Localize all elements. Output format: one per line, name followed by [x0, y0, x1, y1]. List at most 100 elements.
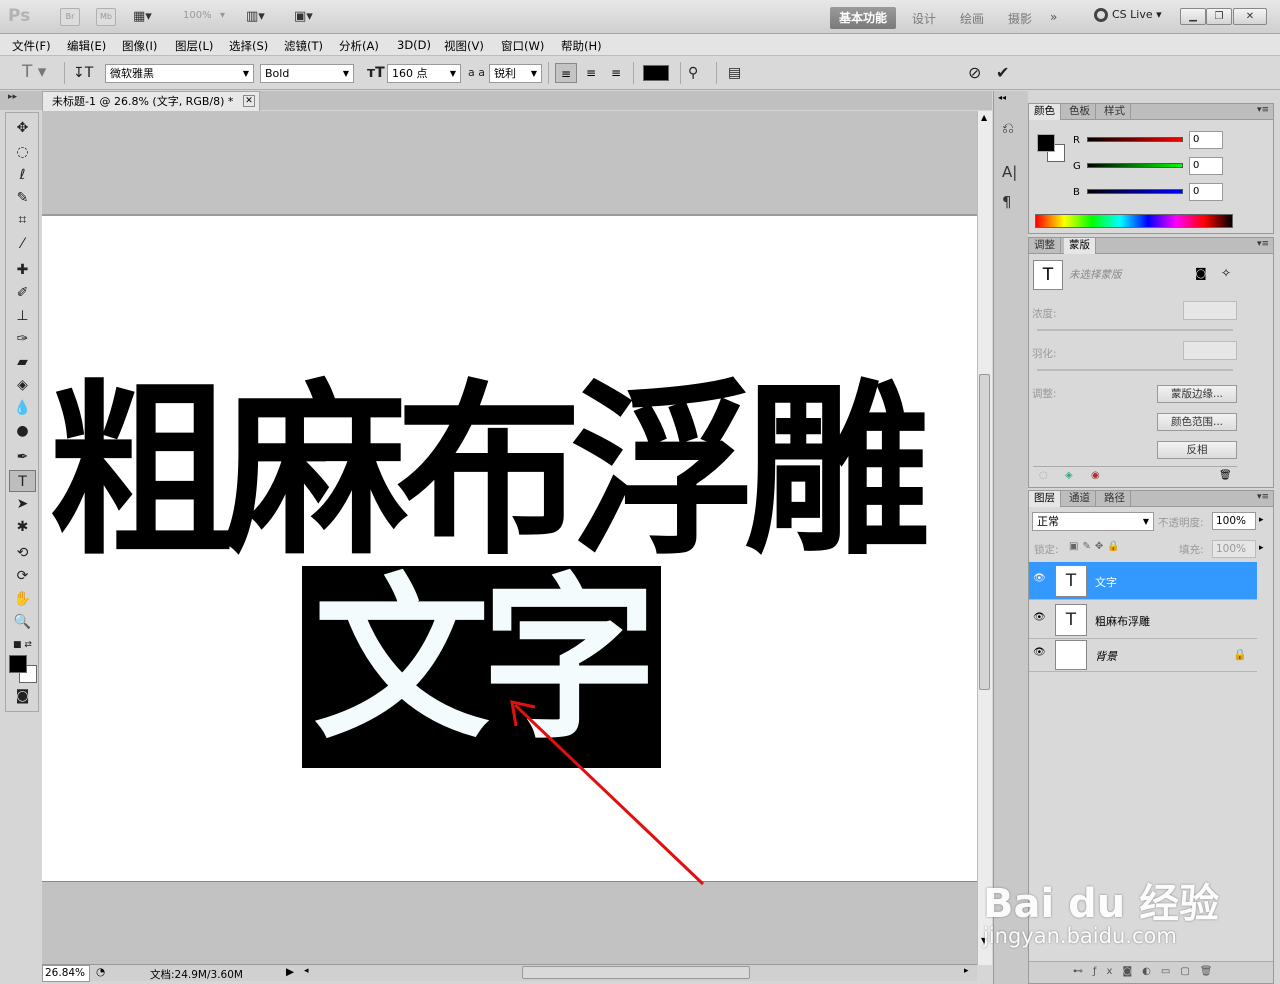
path-selection-tool-icon[interactable]: ➤ [9, 493, 36, 515]
color-fg-swatch[interactable] [1037, 134, 1055, 152]
eyedropper-tool-icon[interactable]: ⁄ [9, 233, 36, 255]
invert-button[interactable]: 反相 [1157, 441, 1237, 459]
history-panel-icon[interactable]: ⎌ [1002, 119, 1014, 137]
antialias-select[interactable]: 锐利 ▼ [489, 64, 542, 83]
expand-dock-icon[interactable]: ◂◂ [998, 93, 1006, 102]
feather-field[interactable] [1183, 341, 1237, 360]
menu-select[interactable]: 选择(S) [229, 38, 268, 54]
add-pixel-mask-icon[interactable]: ◙ [1195, 266, 1207, 280]
panel-menu-icon[interactable]: ▾≡ [1257, 492, 1269, 502]
menu-3d[interactable]: 3D(D) [397, 38, 431, 52]
density-slider[interactable] [1037, 329, 1233, 331]
menu-file[interactable]: 文件(F) [12, 38, 51, 54]
menu-layer[interactable]: 图层(L) [175, 38, 213, 54]
tab-layers[interactable]: 图层 [1029, 491, 1061, 507]
status-info-icon[interactable]: ◔ [96, 966, 105, 978]
color-spectrum-bar[interactable] [1035, 214, 1233, 228]
font-size-select[interactable]: 160 点 ▼ [387, 64, 461, 83]
green-value[interactable]: 0 [1189, 157, 1223, 175]
blur-tool-icon[interactable]: 💧 [9, 397, 36, 419]
layer-row[interactable]: 👁 背景 🔒 [1029, 638, 1257, 672]
character-panel-dock-icon[interactable]: A| [1002, 163, 1017, 181]
crop-tool-icon[interactable]: ⌗ [9, 209, 36, 231]
toggle-text-orientation-icon[interactable]: ↧T [73, 65, 93, 81]
tab-channels[interactable]: 通道 [1064, 491, 1096, 507]
status-menu-arrow-icon[interactable]: ▶ [286, 966, 294, 978]
add-vector-mask-icon[interactable]: ✧ [1221, 266, 1231, 280]
feather-slider[interactable] [1037, 369, 1233, 371]
font-style-select[interactable]: Bold ▼ [260, 64, 354, 83]
layer-actions-icons[interactable]: ⊷ƒx◙◐▭▢🗑 [1073, 966, 1222, 977]
screen-mode-icon[interactable]: ▣▾ [294, 9, 313, 24]
workspace-painting[interactable]: 绘画 [960, 10, 984, 27]
mini-bridge-button[interactable]: Mb [96, 8, 116, 26]
workspace-photography[interactable]: 摄影 [1008, 10, 1032, 27]
custom-shape-tool-icon[interactable]: ✱ [9, 516, 36, 538]
opacity-arrow-icon[interactable]: ▸ [1259, 515, 1264, 525]
zoom-field[interactable]: 26.84% [42, 965, 90, 982]
foreground-color-swatch[interactable] [9, 655, 27, 673]
canvas-text-line1[interactable]: 粗麻布浮雕 [48, 368, 968, 576]
scroll-up-icon[interactable]: ▲ [981, 113, 987, 122]
visibility-eye-icon[interactable]: 👁 [1033, 573, 1047, 587]
type-tool-preset-icon[interactable]: T ▾ [22, 62, 46, 82]
type-tool-icon[interactable]: T [9, 470, 36, 492]
paragraph-panel-icon[interactable]: ¶ [1002, 193, 1012, 211]
menu-view[interactable]: 视图(V) [444, 38, 484, 54]
visibility-eye-icon[interactable]: 👁 [1033, 612, 1047, 626]
zoom-tool-icon[interactable]: 🔍 [9, 611, 36, 633]
minimize-button[interactable]: ▁ [1180, 8, 1206, 25]
move-tool-icon[interactable]: ✥ [9, 117, 36, 139]
layer-row[interactable]: 👁 T 粗麻布浮雕 [1029, 601, 1257, 639]
tab-masks[interactable]: 蒙版 [1064, 238, 1096, 254]
delete-mask-icon[interactable]: 🗑 [1219, 470, 1232, 481]
tab-styles[interactable]: 样式 [1099, 104, 1131, 120]
lasso-tool-icon[interactable]: ℓ [9, 164, 36, 186]
horizontal-scroll-thumb[interactable] [522, 966, 750, 979]
panel-menu-icon[interactable]: ▾≡ [1257, 239, 1269, 249]
more-workspaces-icon[interactable]: » [1050, 10, 1057, 24]
opacity-field[interactable]: 100% [1212, 512, 1256, 530]
menu-window[interactable]: 窗口(W) [501, 38, 544, 54]
align-right-button[interactable]: ≡ [605, 63, 627, 83]
hand-tool-icon[interactable]: ✋ [9, 588, 36, 610]
tab-adjustments[interactable]: 调整 [1029, 238, 1061, 254]
menu-analysis[interactable]: 分析(A) [339, 38, 379, 54]
blue-slider[interactable] [1087, 189, 1183, 194]
layer-row[interactable]: 👁 T 文字 [1029, 562, 1257, 600]
density-field[interactable] [1183, 301, 1237, 320]
workspace-essentials[interactable]: 基本功能 [830, 7, 896, 29]
apply-mask-icon[interactable]: ◈ [1065, 470, 1073, 481]
scroll-left-icon[interactable]: ◂ [304, 966, 309, 976]
panel-menu-icon[interactable]: ▾≡ [1257, 105, 1269, 115]
red-value[interactable]: 0 [1189, 131, 1223, 149]
tab-swatches[interactable]: 色板 [1064, 104, 1096, 120]
cs-live-button[interactable]: CS Live ▾ [1094, 8, 1162, 22]
history-brush-tool-icon[interactable]: ✑ [9, 328, 36, 350]
view-extras-icon[interactable]: ▦▾ [133, 9, 152, 24]
commit-edit-icon[interactable]: ✔ [996, 63, 1009, 82]
restore-button[interactable]: ❐ [1206, 8, 1232, 25]
pen-tool-icon[interactable]: ✒ [9, 446, 36, 468]
bridge-button[interactable]: Br [60, 8, 80, 26]
color-range-button[interactable]: 颜色范围... [1157, 413, 1237, 431]
arrange-documents-icon[interactable]: ▥▾ [246, 9, 265, 24]
canvas-text-line2[interactable]: 文字 [302, 556, 661, 766]
close-tab-icon[interactable]: ✕ [243, 95, 255, 107]
warp-text-icon[interactable]: ⚲ [688, 65, 698, 81]
quick-selection-tool-icon[interactable]: ✎ [9, 187, 36, 209]
tab-color[interactable]: 颜色 [1029, 104, 1061, 120]
swap-colors-icon[interactable]: ■ ⇄ [9, 634, 36, 656]
fill-arrow-icon[interactable]: ▸ [1259, 543, 1264, 553]
zoom-dropdown-icon[interactable]: ▾ [220, 10, 225, 21]
document-tab[interactable]: 未标题-1 @ 26.8% (文字, RGB/8) * ✕ [42, 91, 260, 111]
cancel-edit-icon[interactable]: ⊘ [968, 63, 981, 82]
quick-mask-icon[interactable]: ◙ [9, 685, 36, 707]
menu-image[interactable]: 图像(I) [122, 38, 157, 54]
red-slider[interactable] [1087, 137, 1183, 142]
menu-help[interactable]: 帮助(H) [561, 38, 602, 54]
blue-value[interactable]: 0 [1189, 183, 1223, 201]
fill-field[interactable]: 100% [1212, 540, 1256, 558]
blend-mode-select[interactable]: 正常 ▼ [1032, 512, 1154, 531]
visibility-eye-icon[interactable]: 👁 [1033, 647, 1047, 661]
